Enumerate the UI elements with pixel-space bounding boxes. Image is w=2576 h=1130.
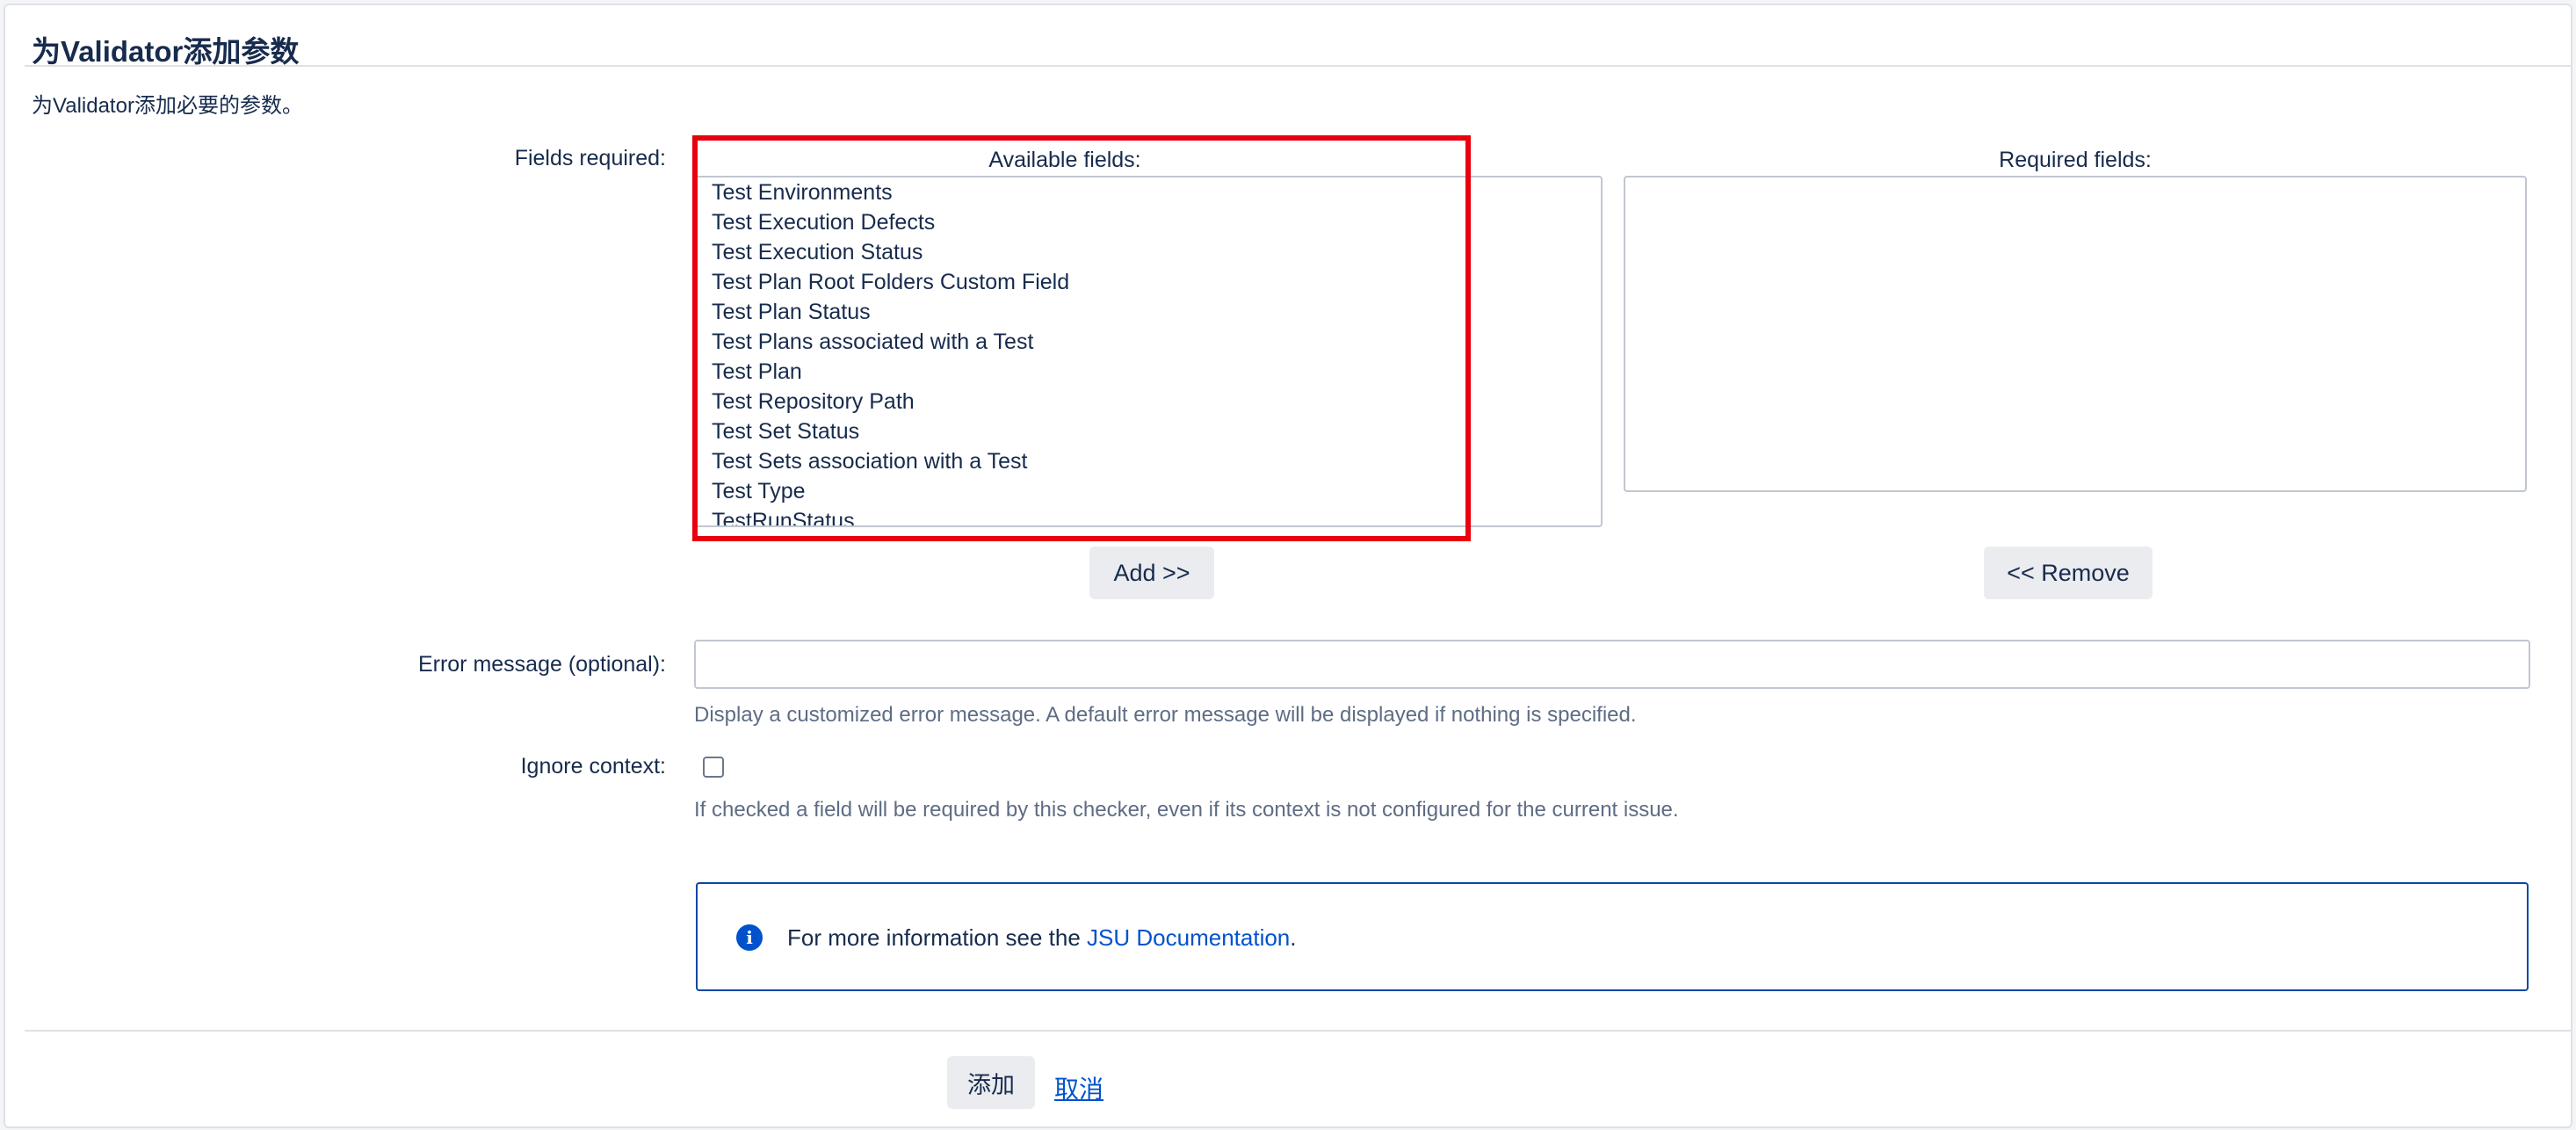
required-fields-header: Required fields:: [1999, 148, 2152, 172]
info-icon: i: [736, 924, 763, 951]
cancel-link[interactable]: 取消: [1054, 1070, 1103, 1105]
field-option[interactable]: Test Set Status: [696, 417, 1601, 446]
available-fields-header: Available fields:: [988, 148, 1141, 172]
field-option[interactable]: Test Environments: [696, 177, 1601, 207]
title-divider: [25, 65, 2572, 67]
field-option[interactable]: Test Plan Root Folders Custom Field: [696, 267, 1601, 297]
field-option[interactable]: Test Plan: [696, 357, 1601, 387]
info-text-suffix: .: [1290, 924, 1297, 951]
fields-required-label: Fields required:: [514, 146, 666, 170]
required-fields-list[interactable]: [1624, 176, 2527, 492]
error-message-help: Display a customized error message. A de…: [694, 703, 1637, 727]
ignore-context-help: If checked a field will be required by t…: [694, 798, 1679, 822]
field-option[interactable]: Test Sets association with a Test: [696, 446, 1601, 476]
error-message-label: Error message (optional):: [417, 652, 666, 677]
remove-button[interactable]: << Remove: [1984, 547, 2153, 599]
error-message-input[interactable]: [694, 640, 2530, 689]
validator-params-panel: 为Validator添加参数 为Validator添加必要的参数。 Fields…: [4, 4, 2572, 1128]
add-button[interactable]: Add >>: [1089, 547, 1214, 599]
field-option[interactable]: Test Plan Status: [696, 297, 1601, 327]
ignore-context-label: Ignore context:: [520, 754, 666, 779]
field-option[interactable]: Test Execution Defects: [696, 207, 1601, 237]
page-title: 为Validator添加参数: [32, 35, 300, 68]
jsu-documentation-link[interactable]: JSU Documentation: [1087, 924, 1290, 951]
footer-divider: [25, 1030, 2572, 1032]
info-text: For more information see the JSU Documen…: [787, 924, 1297, 952]
ignore-context-checkbox[interactable]: [703, 757, 724, 778]
available-fields-list[interactable]: Test Environments Test Execution Defects T…: [694, 176, 1603, 527]
page-description: 为Validator添加必要的参数。: [32, 94, 303, 118]
field-option[interactable]: Test Repository Path: [696, 387, 1601, 417]
field-option[interactable]: Test Type: [696, 476, 1601, 506]
field-option[interactable]: Test Execution Status: [696, 237, 1601, 267]
submit-button[interactable]: 添加: [947, 1056, 1035, 1109]
info-text-prefix: For more information see the: [787, 924, 1088, 951]
info-message: i For more information see the JSU Docum…: [696, 882, 2529, 991]
field-option[interactable]: TestRunStatus: [696, 506, 1601, 525]
field-option[interactable]: Test Plans associated with a Test: [696, 327, 1601, 357]
